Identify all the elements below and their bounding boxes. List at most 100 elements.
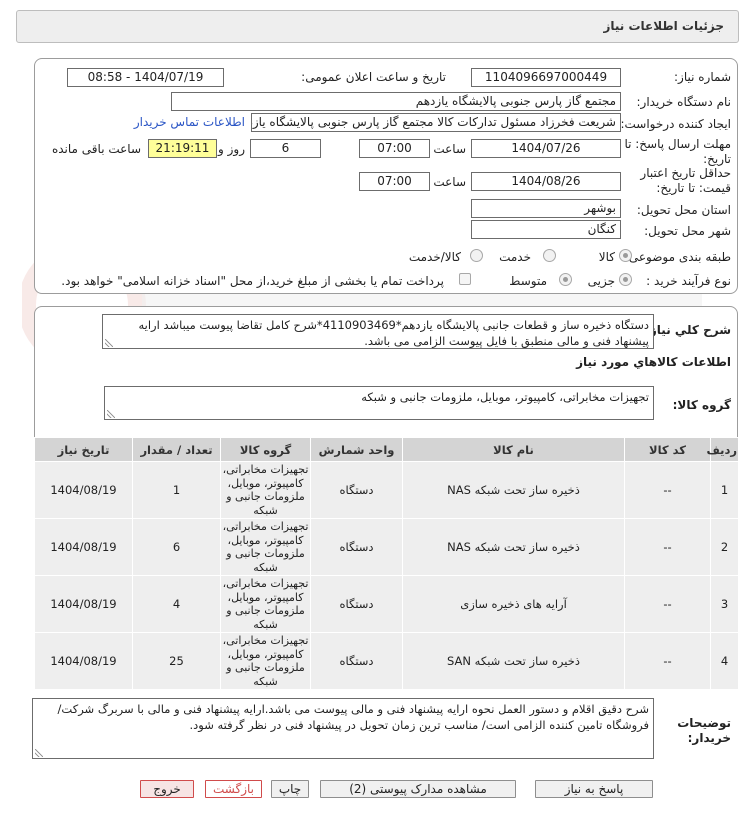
cell-code: -- [624, 518, 711, 576]
cell-date: 1404/08/19 [34, 632, 133, 690]
cell-date: 1404/08/19 [34, 575, 133, 633]
buyer-label: نام دستگاه خریدار: [636, 95, 732, 109]
buyer-notes-label: توضیحات خریدار: [677, 716, 731, 745]
cell-unit: دستگاه [310, 461, 403, 519]
goods-section-title: اطلاعات کالاهاي مورد نياز [576, 355, 731, 369]
buyer-notes-text: شرح دقیق اقلام و دستور العمل نحوه ارایه … [57, 702, 649, 732]
creator-label: ایجاد کننده درخواست: [620, 117, 731, 131]
province-label: استان محل تحویل: [636, 203, 731, 217]
cell-unit: دستگاه [310, 518, 403, 576]
buyer-notes-textarea[interactable]: شرح دقیق اقلام و دستور العمل نحوه ارایه … [32, 698, 654, 759]
table-row: 4 -- ذخیره ساز تحت شبکه SAN دستگاه تجهیز… [34, 632, 739, 690]
cell-date: 1404/08/19 [34, 461, 133, 519]
table-row: 2 -- ذخیره ساز تحت شبکه NAS دستگاه تجهیز… [34, 518, 739, 576]
process-label: نوع فرآیند خرید : [646, 274, 731, 288]
exit-button[interactable]: خروج [140, 780, 194, 798]
resize-grip-icon[interactable] [107, 410, 115, 418]
deadline-date-field: 1404/07/26 [471, 139, 621, 158]
treasury-checkbox[interactable] [459, 273, 471, 285]
category-option-service: خدمت [499, 250, 531, 264]
cell-code: -- [624, 575, 711, 633]
cell-name: آرایه های ذخیره سازی [402, 575, 625, 633]
cell-group: تجهیزات مخابراتی، کامپیوتر، موبایل، ملزو… [220, 632, 311, 690]
summary-textarea[interactable]: دستگاه ذخیره ساز و قطعات جانبی پالایشگاه… [102, 314, 654, 349]
buyer-contact-link[interactable]: اطلاعات تماس خریدار [134, 115, 245, 129]
category-label: طبقه بندی موضوعی: [624, 250, 731, 264]
days-label: روز و [218, 142, 245, 156]
cell-unit: دستگاه [310, 632, 403, 690]
remaining-label: ساعت باقی مانده [51, 142, 141, 156]
col-header-unit: واحد شمارش [310, 437, 403, 462]
process-option-medium: متوسط [509, 274, 547, 288]
cell-index: 2 [710, 518, 739, 576]
category-radio-goods-service[interactable] [470, 249, 483, 262]
summary-text: دستگاه ذخیره ساز و قطعات جانبی پالایشگاه… [138, 318, 649, 348]
treasury-text: پرداخت تمام یا بخشی از مبلغ خرید،از محل … [61, 274, 444, 288]
col-header-index: ردیف [706, 437, 739, 462]
goods-group-label: گروه کالا: [672, 398, 731, 412]
cell-group: تجهیزات مخابراتی، کامپیوتر، موبایل، ملزو… [220, 575, 311, 633]
col-header-date: تاریخ نیاز [34, 437, 133, 462]
days-remaining-field: 6 [250, 139, 321, 158]
cell-name: ذخیره ساز تحت شبکه NAS [402, 461, 625, 519]
deadline-time-label: ساعت [433, 142, 466, 156]
cell-unit: دستگاه [310, 575, 403, 633]
cell-group: تجهیزات مخابراتی، کامپیوتر، موبایل، ملزو… [220, 461, 311, 519]
process-radio-medium[interactable] [559, 273, 572, 286]
process-radio-minor[interactable] [619, 273, 632, 286]
items-table: ردیف کد کالا نام کالا واحد شمارش گروه کا… [34, 437, 739, 690]
need-number-label: شماره نیاز: [674, 70, 731, 84]
col-header-group: گروه کالا [220, 437, 311, 462]
remaining-time-field: 21:19:11 [148, 139, 217, 158]
cell-date: 1404/08/19 [34, 518, 133, 576]
respond-button[interactable]: پاسخ به نیاز [535, 780, 653, 798]
cell-name: ذخیره ساز تحت شبکه SAN [402, 632, 625, 690]
buyer-field: مجتمع گاز پارس جنوبی پالایشگاه یازدهم [171, 92, 621, 111]
cell-index: 3 [710, 575, 739, 633]
cell-qty: 25 [132, 632, 221, 690]
col-header-code: کد کالا [624, 437, 711, 462]
province-field: بوشهر [471, 199, 621, 218]
resize-grip-icon[interactable] [105, 339, 113, 347]
need-number-field: 1104096697000449 [471, 68, 621, 87]
back-button[interactable]: بازگشت [205, 780, 262, 798]
creator-field: شریعت فخرزاد مسئول تدارکات کالا مجتمع گا… [251, 113, 621, 132]
table-row: 1 -- ذخیره ساز تحت شبکه NAS دستگاه تجهیز… [34, 461, 739, 519]
deadline-time-field: 07:00 [359, 139, 430, 158]
process-option-minor: جزیی [587, 274, 615, 288]
category-option-goods-service: کالا/خدمت [408, 250, 461, 264]
cell-group: تجهیزات مخابراتی، کامپیوتر، موبایل، ملزو… [220, 518, 311, 576]
page-title: جزئیات اطلاعات نیاز [603, 19, 724, 33]
announce-label: تاریخ و ساعت اعلان عمومی: [301, 70, 446, 84]
city-label: شهر محل تحویل: [644, 224, 731, 238]
validity-label: حداقل تاریخ اعتبار قیمت: تا تاریخ: [640, 166, 731, 195]
deadline-label: مهلت ارسال پاسخ: تا تاریخ: [624, 137, 731, 166]
goods-group-text: تجهیزات مخابراتی، کامپیوتر، موبایل، ملزو… [361, 390, 649, 404]
category-radio-service[interactable] [543, 249, 556, 262]
cell-code: -- [624, 632, 711, 690]
announce-field: 1404/07/19 - 08:58 [67, 68, 224, 87]
table-row: 3 -- آرایه های ذخیره سازی دستگاه تجهیزات… [34, 575, 739, 633]
cell-qty: 6 [132, 518, 221, 576]
validity-time-label: ساعت [433, 175, 466, 189]
page-title-bar: جزئیات اطلاعات نیاز [16, 10, 739, 43]
col-header-qty: تعداد / مقدار [132, 437, 221, 462]
validity-date-field: 1404/08/26 [471, 172, 621, 191]
validity-time-field: 07:00 [359, 172, 430, 191]
print-button[interactable]: چاپ [271, 780, 309, 798]
cell-code: -- [624, 461, 711, 519]
cell-name: ذخیره ساز تحت شبکه NAS [402, 518, 625, 576]
view-attachments-button[interactable]: مشاهده مدارک پیوستی (2) [320, 780, 516, 798]
category-option-goods: کالا [598, 250, 615, 264]
summary-label: شرح کلي نياز: [645, 323, 731, 337]
cell-index: 1 [710, 461, 739, 519]
col-header-name: نام کالا [402, 437, 625, 462]
cell-qty: 4 [132, 575, 221, 633]
city-field: کنگان [471, 220, 621, 239]
table-header-row: ردیف کد کالا نام کالا واحد شمارش گروه کا… [34, 437, 739, 462]
goods-group-textarea[interactable]: تجهیزات مخابراتی، کامپیوتر، موبایل، ملزو… [104, 386, 654, 420]
category-radio-goods[interactable] [619, 249, 632, 262]
cell-qty: 1 [132, 461, 221, 519]
cell-index: 4 [710, 632, 739, 690]
resize-grip-icon[interactable] [35, 749, 43, 757]
